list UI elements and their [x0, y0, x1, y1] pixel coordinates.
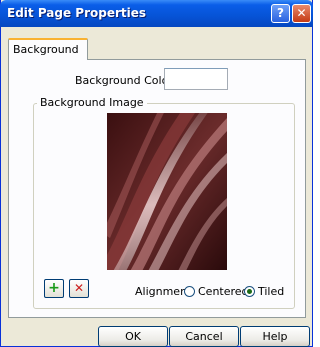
remove-image-button[interactable]: ✕	[69, 279, 89, 298]
alignment-tiled-radio[interactable]	[244, 286, 255, 297]
alignment-tiled-label[interactable]: Tiled	[258, 285, 284, 298]
background-color-swatch[interactable]	[164, 68, 228, 90]
background-color-label: Background Color:	[75, 74, 177, 87]
cancel-button[interactable]: Cancel	[169, 326, 239, 347]
tab-background-label: Background	[13, 43, 79, 56]
help-title-button[interactable]: ?	[271, 4, 290, 23]
ok-button[interactable]: OK	[98, 326, 168, 347]
background-image-preview	[107, 113, 227, 270]
background-image-group-label: Background Image	[37, 96, 147, 109]
background-image-thumbnail	[107, 113, 227, 270]
dialog-window: Edit Page Properties ? ✕ Background Back…	[0, 0, 313, 347]
add-image-button[interactable]: +	[44, 279, 64, 298]
alignment-centered-label[interactable]: Centered	[198, 285, 249, 298]
help-button[interactable]: Help	[240, 326, 310, 347]
close-button[interactable]: ✕	[292, 4, 311, 23]
title-bar[interactable]: Edit Page Properties ? ✕	[0, 0, 313, 27]
window-title: Edit Page Properties	[7, 6, 147, 20]
tab-background[interactable]: Background	[8, 38, 88, 60]
alignment-centered-radio[interactable]	[184, 286, 195, 297]
radio-selected-dot	[247, 289, 252, 294]
